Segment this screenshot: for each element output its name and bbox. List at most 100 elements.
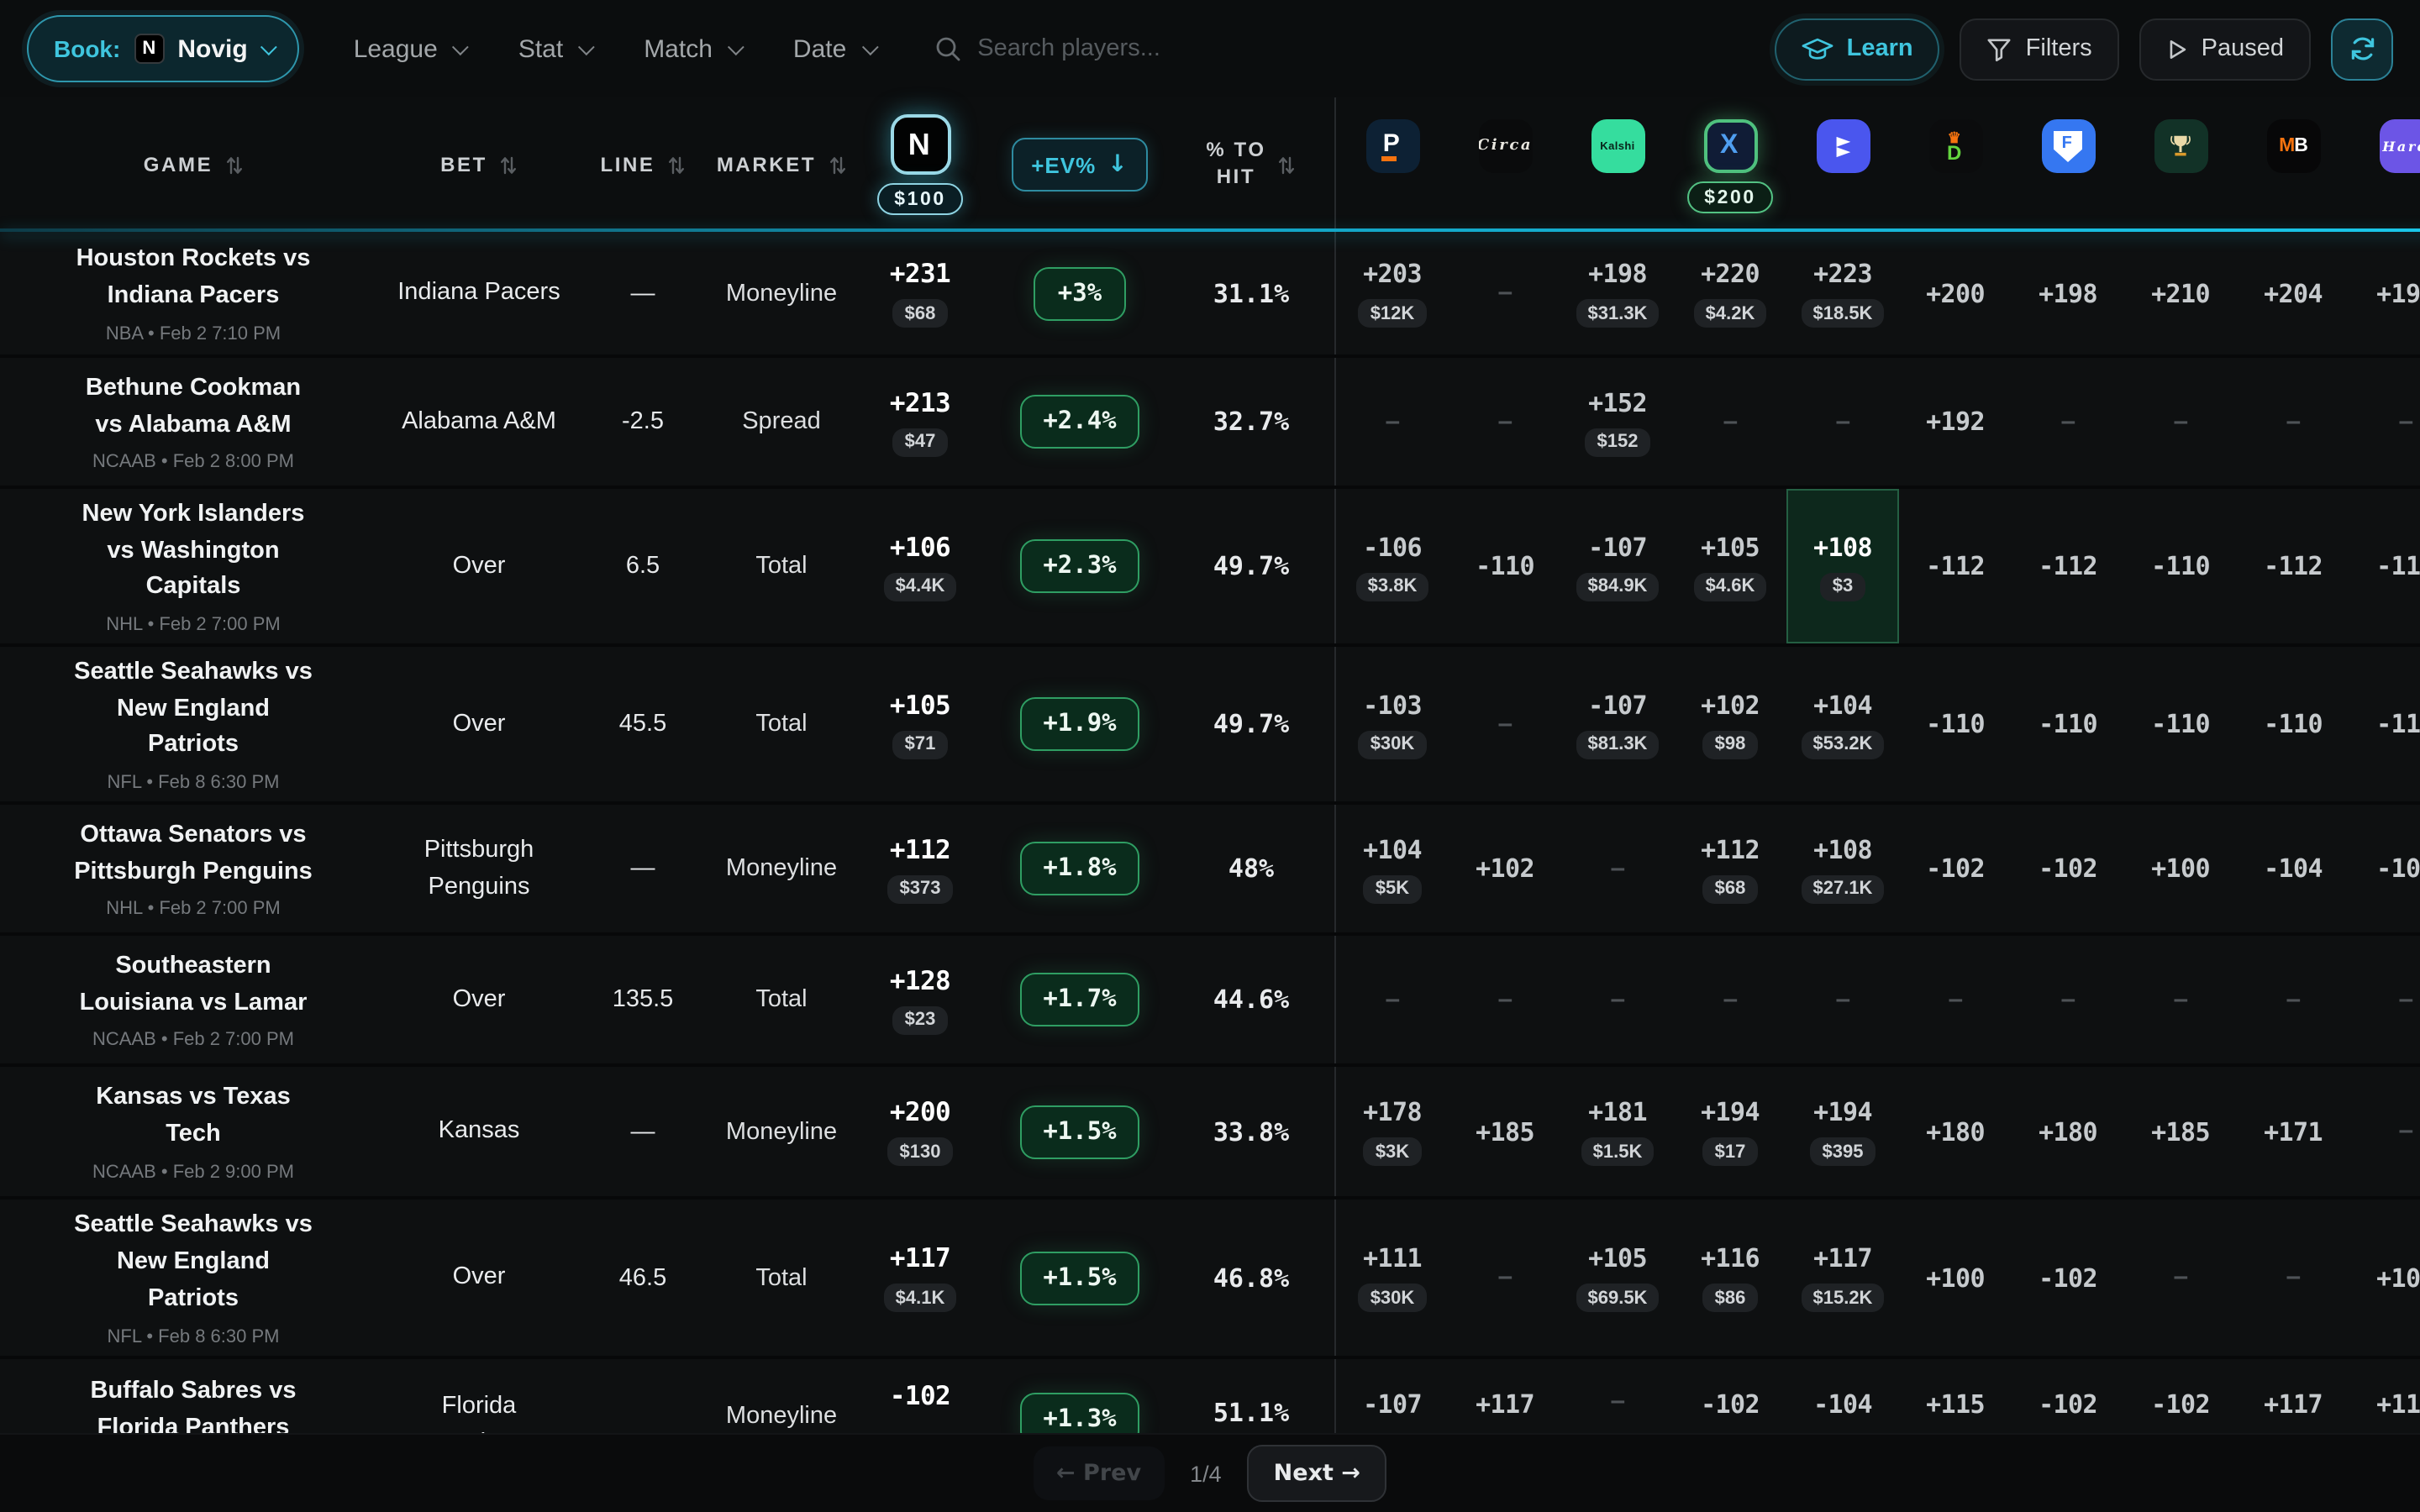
column-header-mb[interactable]: MB xyxy=(2237,97,2349,232)
circa-odds-cell[interactable]: — xyxy=(1449,647,1561,801)
menu-stat[interactable]: Stat xyxy=(518,34,590,63)
fanduel-odds-cell[interactable]: -110 xyxy=(2012,647,2124,801)
gold-chalice-odds-cell[interactable]: +100 xyxy=(2124,805,2237,932)
kalshi-odds-cell[interactable]: -107$84.9K xyxy=(1561,489,1674,643)
column-header-gold-chalice[interactable] xyxy=(2124,97,2237,232)
fanduel-odds-cell[interactable]: -112 xyxy=(2012,489,2124,643)
prophet-x-odds-cell[interactable]: +220$4.2K xyxy=(1674,232,1786,354)
column-header-novig[interactable]: N $100 xyxy=(849,97,992,232)
column-header-prophet-x[interactable]: X$200 xyxy=(1674,97,1786,232)
book-selector[interactable]: Book: N Novig xyxy=(27,15,300,82)
prophet-x-odds-cell[interactable]: — xyxy=(1674,358,1786,486)
menu-league[interactable]: League xyxy=(354,34,465,63)
prev-page-button[interactable]: ← Prev xyxy=(1033,1446,1165,1500)
column-header-line[interactable]: LINE xyxy=(571,97,714,232)
prophet-x-odds-cell[interactable]: — xyxy=(1674,936,1786,1063)
fanduel-odds-cell[interactable]: +198 xyxy=(2012,232,2124,354)
hard-rock-odds-cell[interactable]: — xyxy=(2349,1067,2420,1196)
gold-chalice-odds-cell[interactable]: +185 xyxy=(2124,1067,2237,1196)
hard-rock-odds-cell[interactable]: — xyxy=(2349,358,2420,486)
novig-odds-cell[interactable]: +117$4.1K xyxy=(849,1200,992,1356)
gold-chalice-odds-cell[interactable]: -110 xyxy=(2124,489,2237,643)
circa-odds-cell[interactable]: +102 xyxy=(1449,805,1561,932)
column-header-fanduel[interactable]: F xyxy=(2012,97,2124,232)
draftkings-odds-cell[interactable]: -102 xyxy=(1899,805,2012,932)
stacked-triangles-odds-cell[interactable]: +117$15.2K xyxy=(1786,1200,1899,1356)
draftkings-odds-cell[interactable]: — xyxy=(1899,936,2012,1063)
kalshi-odds-cell[interactable]: — xyxy=(1561,805,1674,932)
novig-odds-cell[interactable]: +213$47 xyxy=(849,358,992,486)
kalshi-odds-cell[interactable]: +105$69.5K xyxy=(1561,1200,1674,1356)
prophet-x-odds-cell[interactable]: +116$86 xyxy=(1674,1200,1786,1356)
gold-chalice-odds-cell[interactable]: +210 xyxy=(2124,232,2237,354)
column-header-market[interactable]: MARKET xyxy=(714,97,849,232)
mb-odds-cell[interactable]: -104 xyxy=(2237,805,2349,932)
menu-match[interactable]: Match xyxy=(644,34,739,63)
pinnacle-odds-cell[interactable]: +178$3K xyxy=(1336,1067,1449,1196)
column-header-kalshi[interactable]: Kalshi xyxy=(1561,97,1674,232)
circa-odds-cell[interactable]: -110 xyxy=(1449,489,1561,643)
mb-odds-cell[interactable]: +171 xyxy=(2237,1067,2349,1196)
mb-odds-cell[interactable]: — xyxy=(2237,358,2349,486)
refresh-button[interactable] xyxy=(2331,18,2393,80)
prophet-x-odds-cell[interactable]: +112$68 xyxy=(1674,805,1786,932)
hard-rock-odds-cell[interactable]: +198 xyxy=(2349,232,2420,354)
pinnacle-odds-cell[interactable]: — xyxy=(1336,936,1449,1063)
column-header-circa[interactable]: Circa xyxy=(1449,97,1561,232)
column-header-game[interactable]: GAME xyxy=(0,97,387,232)
hard-rock-odds-cell[interactable]: -110 xyxy=(2349,647,2420,801)
mb-odds-cell[interactable]: — xyxy=(2237,1200,2349,1356)
column-header-hard-rock[interactable]: Hard xyxy=(2349,97,2420,232)
pinnacle-odds-cell[interactable]: +203$12K xyxy=(1336,232,1449,354)
circa-odds-cell[interactable]: +185 xyxy=(1449,1067,1561,1196)
prophet-x-odds-cell[interactable]: +194$17 xyxy=(1674,1067,1786,1196)
stacked-triangles-odds-cell[interactable]: — xyxy=(1786,936,1899,1063)
gold-chalice-odds-cell[interactable]: -110 xyxy=(2124,647,2237,801)
draftkings-odds-cell[interactable]: -112 xyxy=(1899,489,2012,643)
circa-odds-cell[interactable]: — xyxy=(1449,936,1561,1063)
column-header-ev[interactable]: +EV% ↓ xyxy=(992,97,1168,232)
hard-rock-odds-cell[interactable]: -112 xyxy=(2349,489,2420,643)
fanduel-odds-cell[interactable]: — xyxy=(2012,936,2124,1063)
circa-odds-cell[interactable]: — xyxy=(1449,358,1561,486)
hard-rock-odds-cell[interactable]: +100 xyxy=(2349,1200,2420,1356)
column-header-bet[interactable]: BET xyxy=(387,97,571,232)
hard-rock-odds-cell[interactable]: — xyxy=(2349,936,2420,1063)
mb-odds-cell[interactable]: +204 xyxy=(2237,232,2349,354)
draftkings-odds-cell[interactable]: +100 xyxy=(1899,1200,2012,1356)
pinnacle-odds-cell[interactable]: -106$3.8K xyxy=(1336,489,1449,643)
stacked-triangles-odds-cell[interactable]: +108$3 xyxy=(1786,489,1899,643)
mb-odds-cell[interactable]: -112 xyxy=(2237,489,2349,643)
novig-odds-cell[interactable]: +128$23 xyxy=(849,936,992,1063)
prophet-x-odds-cell[interactable]: +102$98 xyxy=(1674,647,1786,801)
circa-odds-cell[interactable]: — xyxy=(1449,1200,1561,1356)
kalshi-odds-cell[interactable]: — xyxy=(1561,936,1674,1063)
column-header-draftkings[interactable]: ♛D xyxy=(1899,97,2012,232)
pinnacle-odds-cell[interactable]: — xyxy=(1336,358,1449,486)
draftkings-odds-cell[interactable]: +180 xyxy=(1899,1067,2012,1196)
circa-odds-cell[interactable]: — xyxy=(1449,232,1561,354)
search-input[interactable] xyxy=(977,35,1246,62)
column-header-stacked-triangles[interactable] xyxy=(1786,97,1899,232)
draftkings-odds-cell[interactable]: +192 xyxy=(1899,358,2012,486)
novig-odds-cell[interactable]: +105$71 xyxy=(849,647,992,801)
kalshi-odds-cell[interactable]: +181$1.5K xyxy=(1561,1067,1674,1196)
novig-odds-cell[interactable]: +112$373 xyxy=(849,805,992,932)
stacked-triangles-odds-cell[interactable]: +108$27.1K xyxy=(1786,805,1899,932)
learn-button[interactable]: Learn xyxy=(1775,18,1940,80)
fanduel-odds-cell[interactable]: -102 xyxy=(2012,1200,2124,1356)
filters-button[interactable]: Filters xyxy=(1960,18,2119,80)
gold-chalice-odds-cell[interactable]: — xyxy=(2124,1200,2237,1356)
mb-odds-cell[interactable]: — xyxy=(2237,936,2349,1063)
fanduel-odds-cell[interactable]: -102 xyxy=(2012,805,2124,932)
pinnacle-odds-cell[interactable]: +111$30K xyxy=(1336,1200,1449,1356)
mb-odds-cell[interactable]: -110 xyxy=(2237,647,2349,801)
column-header-hit[interactable]: % TO HIT xyxy=(1168,97,1336,232)
ev-sort-button[interactable]: +EV% ↓ xyxy=(1011,138,1148,192)
novig-odds-cell[interactable]: +200$130 xyxy=(849,1067,992,1196)
draftkings-odds-cell[interactable]: -110 xyxy=(1899,647,2012,801)
prophet-x-odds-cell[interactable]: +105$4.6K xyxy=(1674,489,1786,643)
draftkings-odds-cell[interactable]: +200 xyxy=(1899,232,2012,354)
gold-chalice-odds-cell[interactable]: — xyxy=(2124,358,2237,486)
hard-rock-odds-cell[interactable]: -102 xyxy=(2349,805,2420,932)
